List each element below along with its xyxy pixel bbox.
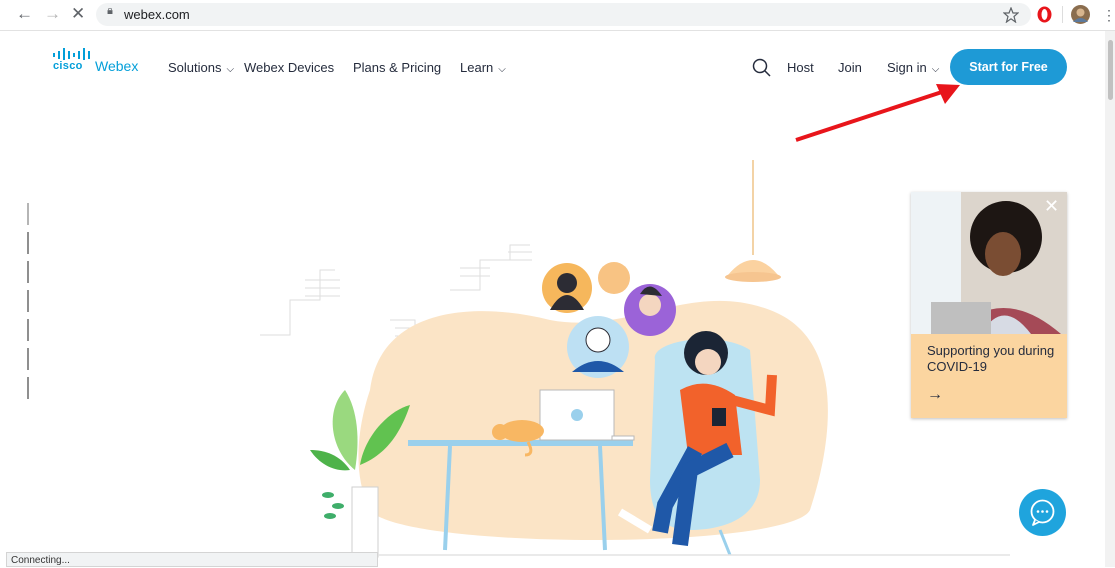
address-bar[interactable]: webex.com bbox=[96, 3, 1031, 26]
star-icon[interactable] bbox=[1003, 7, 1019, 23]
chat-icon bbox=[1030, 499, 1055, 526]
chevron-down-icon: ⌵ bbox=[498, 64, 506, 75]
promo-text: Supporting you during COVID-19 bbox=[927, 343, 1055, 374]
lock-icon bbox=[107, 8, 113, 14]
slide-tick[interactable] bbox=[27, 377, 29, 399]
nav-solutions-label: Solutions bbox=[168, 60, 222, 75]
menu-icon[interactable]: ⋮ bbox=[1102, 5, 1115, 25]
slide-tick[interactable] bbox=[27, 348, 29, 370]
slide-tick[interactable] bbox=[27, 232, 29, 254]
chat-button[interactable] bbox=[1019, 489, 1066, 536]
nav-plans-pricing[interactable]: Plans & Pricing bbox=[353, 60, 441, 75]
annotation-arrow bbox=[795, 84, 960, 142]
slide-tick[interactable] bbox=[27, 290, 29, 312]
forward-icon[interactable]: → bbox=[44, 4, 61, 24]
profile-icon[interactable] bbox=[1071, 5, 1090, 24]
covid-promo-card[interactable]: ✕ Supporting you during COVID-19 → bbox=[911, 192, 1067, 418]
chevron-down-icon: ⌵ bbox=[931, 64, 940, 75]
slide-tick[interactable] bbox=[27, 261, 29, 283]
chevron-down-icon: ⌵ bbox=[226, 64, 235, 75]
join-link[interactable]: Join bbox=[838, 60, 862, 75]
logo-webex: Webex bbox=[95, 58, 139, 74]
status-bar: Connecting... bbox=[6, 552, 378, 567]
scrollbar-track[interactable] bbox=[1105, 31, 1115, 567]
url-text: webex.com bbox=[124, 7, 190, 22]
host-link[interactable]: Host bbox=[787, 60, 814, 75]
search-icon[interactable] bbox=[752, 58, 771, 77]
opera-icon[interactable] bbox=[1036, 6, 1053, 23]
arrow-right-icon[interactable]: → bbox=[927, 386, 943, 404]
back-icon[interactable]: ← bbox=[16, 4, 33, 24]
scrollbar-thumb[interactable] bbox=[1108, 40, 1113, 100]
slide-tick[interactable] bbox=[27, 319, 29, 341]
nav-learn-label: Learn bbox=[460, 60, 494, 75]
slide-tick[interactable] bbox=[27, 203, 29, 225]
nav-webex-devices[interactable]: Webex Devices bbox=[244, 60, 334, 75]
browser-toolbar: ← → ✕ webex.com ⋮ bbox=[0, 0, 1115, 31]
nav-webex-devices-label: Webex Devices bbox=[244, 60, 335, 75]
nav-solutions[interactable]: Solutions ⌵ bbox=[168, 60, 234, 75]
nav-learn[interactable]: Learn ⌵ bbox=[460, 60, 506, 75]
close-icon[interactable]: ✕ bbox=[1044, 196, 1059, 217]
logo-cisco: cisco bbox=[53, 60, 83, 72]
stop-icon[interactable]: ✕ bbox=[71, 4, 85, 24]
sign-in-menu[interactable]: Sign in ⌵ bbox=[887, 60, 939, 75]
sign-in-label: Sign in bbox=[887, 60, 927, 75]
nav-plans-pricing-label: Plans & Pricing bbox=[353, 60, 442, 75]
